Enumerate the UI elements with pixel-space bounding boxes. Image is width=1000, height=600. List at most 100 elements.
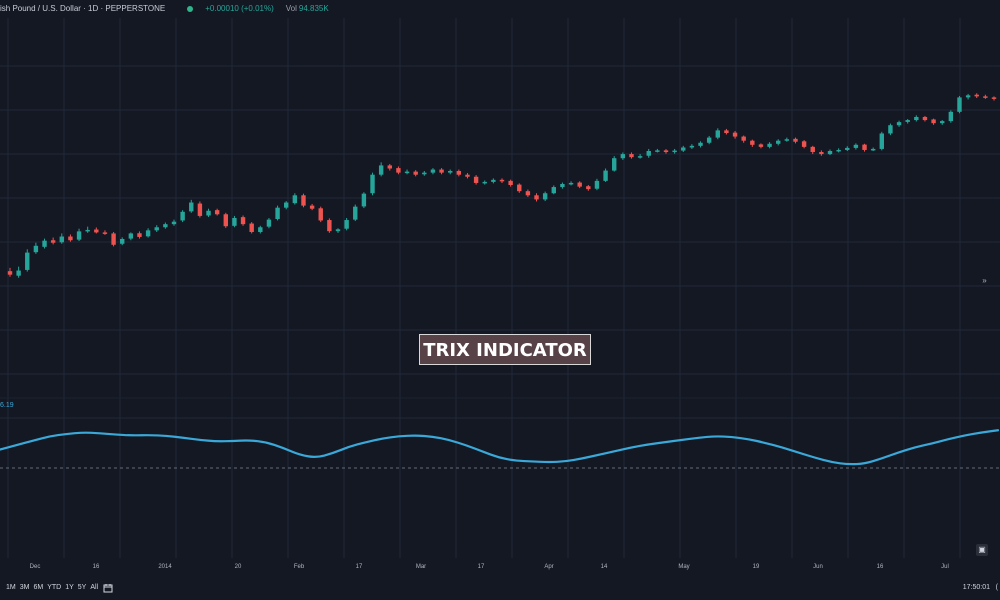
bullish-candle[interactable]	[655, 150, 660, 152]
bullish-candle[interactable]	[128, 233, 134, 239]
bullish-candle[interactable]	[76, 231, 82, 240]
bullish-candle[interactable]	[491, 179, 496, 182]
bullish-candle[interactable]	[171, 221, 177, 225]
bearish-candle[interactable]	[732, 132, 738, 137]
bearish-candle[interactable]	[102, 232, 108, 234]
bearish-candle[interactable]	[586, 186, 591, 190]
bearish-candle[interactable]	[50, 240, 56, 243]
bullish-candle[interactable]	[258, 227, 263, 232]
bearish-candle[interactable]	[741, 136, 746, 141]
range-button-all[interactable]: All	[90, 583, 98, 593]
bearish-candle[interactable]	[577, 182, 582, 187]
bullish-candle[interactable]	[836, 149, 841, 152]
bearish-candle[interactable]	[862, 144, 867, 150]
bearish-candle[interactable]	[473, 176, 479, 183]
bullish-candle[interactable]	[85, 229, 90, 232]
bullish-candle[interactable]	[448, 170, 453, 173]
bearish-candle[interactable]	[991, 97, 997, 99]
bearish-candle[interactable]	[724, 130, 729, 134]
range-button-ytd[interactable]: YTD	[47, 583, 61, 593]
bullish-candle[interactable]	[422, 172, 427, 175]
bullish-candle[interactable]	[612, 158, 617, 171]
bullish-candle[interactable]	[59, 236, 64, 243]
bearish-candle[interactable]	[387, 165, 392, 169]
bullish-candle[interactable]	[232, 217, 237, 226]
bearish-candle[interactable]	[396, 168, 401, 173]
bullish-candle[interactable]	[163, 224, 168, 228]
bullish-candle[interactable]	[637, 156, 643, 158]
bullish-candle[interactable]	[275, 207, 280, 220]
bullish-candle[interactable]	[594, 180, 600, 189]
bullish-candle[interactable]	[879, 133, 884, 149]
bearish-candle[interactable]	[793, 138, 798, 142]
bullish-candle[interactable]	[292, 195, 298, 204]
bullish-candle[interactable]	[646, 150, 651, 156]
bullish-candle[interactable]	[42, 240, 47, 247]
bullish-candle[interactable]	[284, 202, 289, 208]
bearish-candle[interactable]	[629, 154, 634, 158]
bullish-candle[interactable]	[957, 97, 962, 112]
bullish-candle[interactable]	[430, 169, 436, 173]
bearish-candle[interactable]	[240, 217, 246, 225]
bearish-candle[interactable]	[758, 144, 764, 147]
bullish-candle[interactable]	[827, 150, 833, 155]
bullish-candle[interactable]	[16, 270, 21, 276]
bearish-candle[interactable]	[439, 169, 444, 173]
clock[interactable]: 17:50:01	[963, 583, 990, 593]
bullish-candle[interactable]	[335, 229, 341, 232]
bullish-candle[interactable]	[620, 154, 626, 159]
bearish-candle[interactable]	[111, 233, 116, 245]
bearish-candle[interactable]	[94, 229, 99, 233]
bullish-candle[interactable]	[888, 125, 893, 134]
range-button-1y[interactable]: 1Y	[65, 583, 74, 593]
bearish-candle[interactable]	[223, 214, 228, 227]
bearish-candle[interactable]	[327, 220, 332, 232]
bullish-candle[interactable]	[378, 165, 384, 175]
range-button-1m[interactable]: 1M	[6, 583, 16, 593]
bullish-candle[interactable]	[845, 147, 850, 150]
bullish-candle[interactable]	[344, 220, 349, 229]
bearish-candle[interactable]	[931, 119, 936, 124]
bearish-candle[interactable]	[413, 171, 418, 175]
bullish-candle[interactable]	[145, 230, 151, 237]
range-button-6m[interactable]: 6M	[33, 583, 43, 593]
bearish-candle[interactable]	[309, 205, 315, 209]
range-button-5y[interactable]: 5Y	[78, 583, 87, 593]
bullish-candle[interactable]	[948, 111, 954, 122]
bullish-candle[interactable]	[370, 174, 375, 194]
bearish-candle[interactable]	[974, 94, 979, 97]
bullish-candle[interactable]	[603, 170, 608, 181]
bullish-candle[interactable]	[361, 193, 367, 207]
bullish-candle[interactable]	[706, 137, 712, 143]
bearish-candle[interactable]	[318, 208, 323, 221]
double-chevron-right-icon[interactable]: »	[980, 276, 989, 285]
bullish-candle[interactable]	[189, 202, 194, 212]
bullish-candle[interactable]	[551, 187, 556, 194]
bearish-candle[interactable]	[922, 116, 928, 121]
bullish-candle[interactable]	[870, 148, 876, 151]
bullish-candle[interactable]	[905, 120, 910, 122]
bullish-candle[interactable]	[404, 171, 410, 174]
bearish-candle[interactable]	[68, 236, 73, 241]
bullish-candle[interactable]	[33, 245, 39, 253]
bearish-candle[interactable]	[983, 96, 988, 98]
bearish-candle[interactable]	[750, 140, 755, 145]
bullish-candle[interactable]	[25, 252, 30, 270]
bullish-candle[interactable]	[698, 142, 703, 146]
bullish-candle[interactable]	[542, 193, 548, 200]
bearish-candle[interactable]	[197, 203, 203, 216]
bullish-candle[interactable]	[940, 121, 945, 124]
price-and-trix-chart[interactable]	[0, 0, 1000, 600]
bullish-candle[interactable]	[776, 140, 781, 144]
bearish-candle[interactable]	[810, 146, 815, 153]
bearish-candle[interactable]	[517, 184, 522, 192]
bullish-candle[interactable]	[853, 144, 859, 148]
bearish-candle[interactable]	[249, 223, 254, 232]
bullish-candle[interactable]	[965, 95, 971, 98]
bearish-candle[interactable]	[465, 174, 470, 177]
bullish-candle[interactable]	[120, 239, 125, 244]
bullish-candle[interactable]	[715, 130, 720, 138]
calendar-icon[interactable]	[102, 582, 114, 594]
pane-control-icon[interactable]: ▣	[976, 544, 988, 556]
bullish-candle[interactable]	[784, 139, 790, 141]
